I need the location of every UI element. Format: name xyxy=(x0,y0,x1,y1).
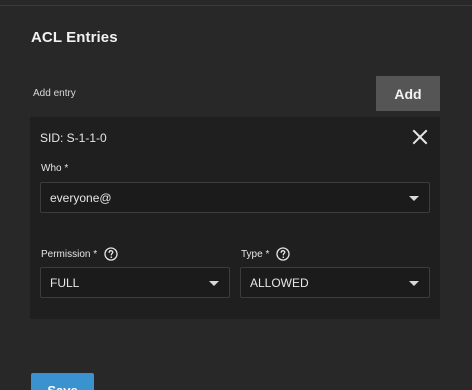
permission-value: FULL xyxy=(50,275,80,290)
sid-label: SID: S-1-1-0 xyxy=(40,131,107,145)
chevron-down-icon xyxy=(409,281,419,286)
chevron-down-icon xyxy=(409,196,419,201)
top-divider xyxy=(0,0,472,6)
remove-entry-button[interactable] xyxy=(410,127,430,147)
close-icon xyxy=(412,129,428,145)
add-entry-label: Add entry xyxy=(33,88,76,99)
section-title: ACL Entries xyxy=(31,29,118,46)
permission-select[interactable]: FULL xyxy=(40,267,230,298)
who-label: Who * xyxy=(41,163,68,174)
permission-label: Permission * xyxy=(41,247,118,261)
add-button[interactable]: Add xyxy=(376,76,440,111)
permission-label-text: Permission * xyxy=(41,248,98,260)
type-value: ALLOWED xyxy=(250,275,309,290)
type-label: Type * xyxy=(241,247,291,261)
help-circle-icon[interactable] xyxy=(104,247,118,261)
who-select[interactable]: everyone@ xyxy=(40,182,430,213)
who-label-text: Who * xyxy=(41,163,69,174)
type-label-text: Type * xyxy=(241,248,270,260)
acl-entry-card: SID: S-1-1-0 Who * everyone@ Permission … xyxy=(30,117,440,319)
save-button[interactable]: Save xyxy=(31,373,94,390)
who-value: everyone@ xyxy=(50,190,112,205)
help-circle-icon[interactable] xyxy=(276,247,291,261)
type-select[interactable]: ALLOWED xyxy=(240,267,430,298)
chevron-down-icon xyxy=(209,281,219,286)
